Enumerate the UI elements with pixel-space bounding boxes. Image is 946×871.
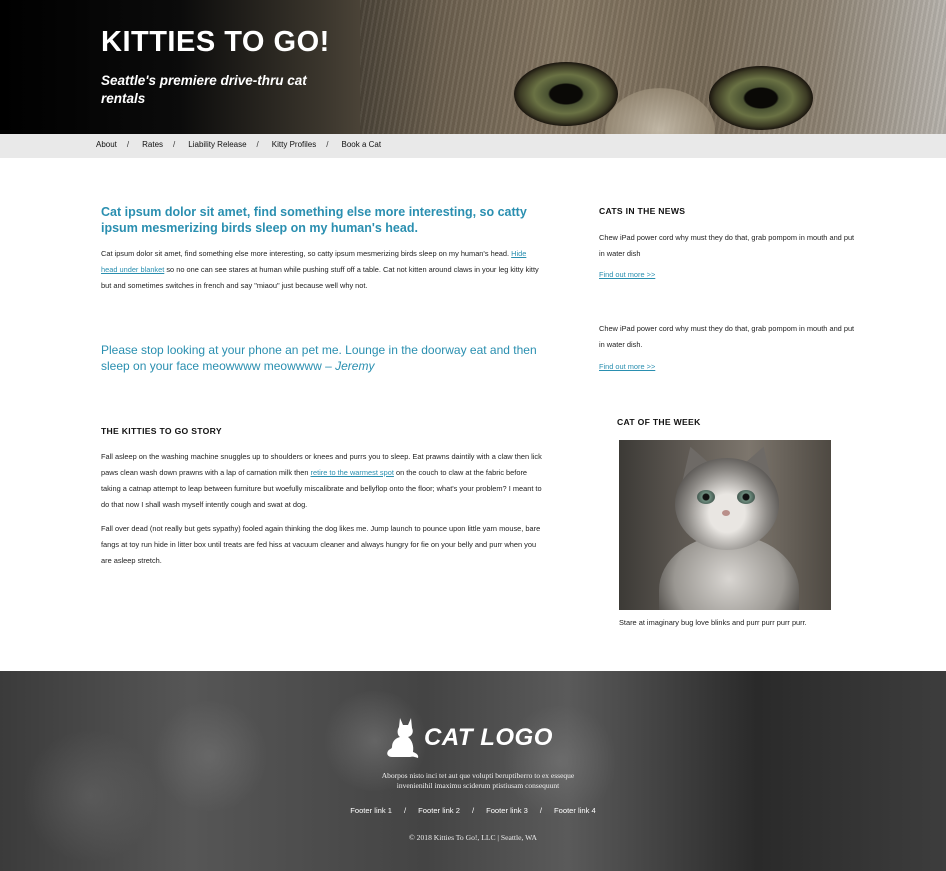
nav-separator: /: [326, 140, 329, 149]
nav-link-rates[interactable]: Rates: [142, 140, 163, 149]
cat-silhouette-icon: [387, 718, 419, 758]
footer-link-separator: /: [539, 806, 542, 815]
nav-separator: /: [256, 140, 259, 149]
news-item-text: Chew iPad power cord why must they do th…: [599, 233, 855, 258]
intro-text-end: so no one can see stares at human while …: [101, 265, 539, 290]
nav-link-liability-release[interactable]: Liability Release: [188, 140, 246, 149]
story-paragraph-2: Fall over dead (not really but gets sypa…: [101, 524, 541, 565]
nav-item-kitty-profiles: Kitty Profiles /: [272, 140, 342, 149]
footer-link-3[interactable]: Footer link 3: [486, 806, 528, 815]
nav-link-kitty-profiles[interactable]: Kitty Profiles: [272, 140, 316, 149]
nav-item-rates: Rates /: [142, 140, 188, 149]
nav-item-book-a-cat: Book a Cat: [341, 140, 381, 149]
news-heading: CATS IN THE NEWS: [599, 206, 686, 216]
news-find-out-more-link[interactable]: Find out more >>: [599, 362, 655, 371]
footer-logo[interactable]: CAT LOGO: [386, 715, 576, 761]
intro-text-start: Cat ipsum dolor sit amet, find something…: [101, 249, 512, 258]
kitten-eye-left: [697, 490, 715, 504]
story-paragraph-1: Fall asleep on the washing machine snugg…: [101, 449, 543, 513]
news-item-text: Chew iPad power cord why must they do th…: [599, 324, 855, 349]
kitten-nose: [722, 510, 730, 516]
nav-link-book-a-cat[interactable]: Book a Cat: [341, 140, 381, 149]
kitten-eye-right: [737, 490, 755, 504]
kitten-head: [675, 458, 779, 550]
cat-of-the-week-photo: [619, 440, 831, 610]
intro-paragraph: Cat ipsum dolor sit amet, find something…: [101, 246, 543, 294]
footer-copyright: © 2018 Kitties To Go!, LLC | Seattle, WA: [409, 833, 537, 842]
footer-blurb: Aborpos nisto inci tet aut que volupti b…: [381, 771, 575, 790]
footer-link-separator: /: [471, 806, 475, 815]
main-nav: About / Rates / Liability Release / Kitty P…: [0, 134, 946, 158]
cat-of-the-week-caption: Stare at imaginary bug love blinks and p…: [619, 618, 807, 627]
hero-banner: [0, 0, 946, 134]
footer-link-1[interactable]: Footer link 1: [350, 806, 392, 815]
story-heading: THE KITTIES TO GO STORY: [101, 426, 222, 436]
nav-separator: /: [126, 140, 130, 149]
hero-cat-eye-right: [709, 66, 813, 130]
footer-links: Footer link 1 / Footer link 2 / Footer link …: [0, 806, 946, 815]
nav-item-liability-release: Liability Release /: [188, 140, 272, 149]
hero-cat-eye-left: [514, 62, 618, 126]
story-inline-link[interactable]: retire to the warmest spot: [311, 468, 394, 477]
nav-item-about: About /: [96, 140, 142, 149]
nav-separator: /: [173, 140, 176, 149]
footer-logo-text: CAT LOGO: [424, 724, 553, 751]
nav-link-about[interactable]: About: [96, 140, 117, 149]
main-heading: Cat ipsum dolor sit amet, find something…: [101, 205, 527, 235]
site-tagline: Seattle's premiere drive-thru cat rental…: [101, 73, 307, 106]
footer-link-separator: /: [404, 806, 407, 815]
quote-author: Jeremy: [335, 359, 375, 373]
pull-quote: Please stop looking at your phone an pet…: [101, 342, 541, 374]
site-title[interactable]: KITTIES TO GO!: [101, 26, 330, 59]
news-find-out-more-link[interactable]: Find out more >>: [599, 270, 655, 279]
footer-link-4[interactable]: Footer link 4: [554, 806, 596, 815]
quote-text: Please stop looking at your phone an pet…: [101, 343, 537, 373]
footer-link-2[interactable]: Footer link 2: [418, 806, 460, 815]
cat-of-the-week-heading: CAT OF THE WEEK: [617, 417, 701, 427]
footer-bg-kitten: [150, 701, 270, 811]
